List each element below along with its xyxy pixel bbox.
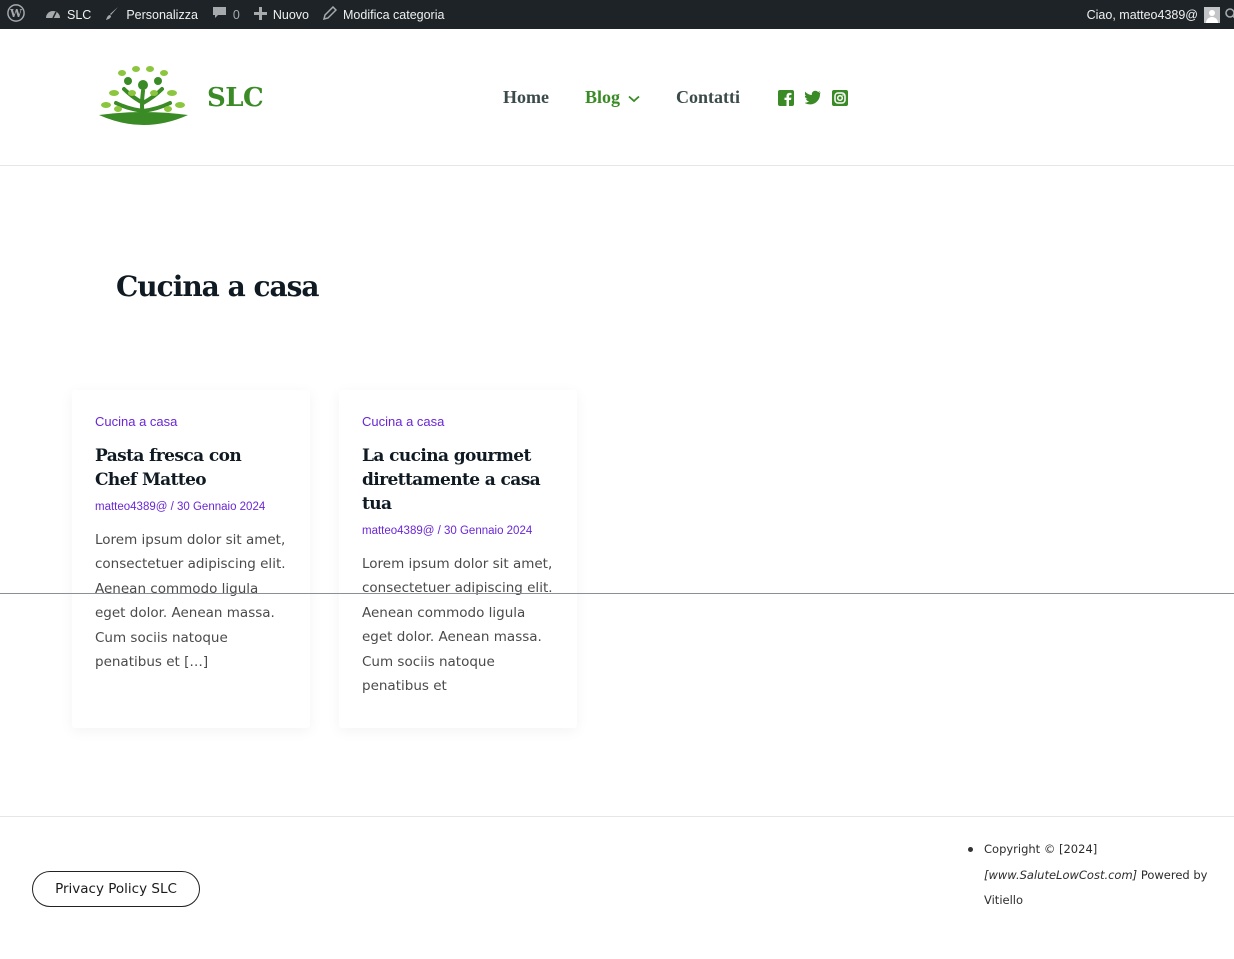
edit-category-link[interactable]: Modifica categoria xyxy=(316,0,451,29)
post-meta[interactable]: matteo4389@ / 30 Gennaio 2024 xyxy=(95,501,288,513)
copyright-block: Copyright © [2024] [www.SaluteLowCost.co… xyxy=(968,837,1208,914)
site-reference: [www.SaluteLowCost.com] xyxy=(984,867,1138,882)
post-title-link[interactable]: La cucina gourmet direttamente a casa tu… xyxy=(362,444,555,516)
comments-link[interactable]: 0 xyxy=(205,0,247,29)
wordpress-logo-button[interactable]: W xyxy=(0,0,38,29)
site-footer: Privacy Policy SLC Copyright © [2024] [w… xyxy=(0,816,1234,959)
primary-navigation: Home Blog Contatti xyxy=(503,87,859,108)
post-card: Cucina a casa La cucina gourmet direttam… xyxy=(339,390,577,728)
greeting-label: Ciao, matteo4389@ xyxy=(1086,7,1198,22)
horizontal-divider xyxy=(0,593,1234,594)
wp-admin-bar: W SLC Personalizza 0 Nuovo Modifica cate… xyxy=(0,0,1234,29)
post-title-link[interactable]: Pasta fresca con Chef Matteo xyxy=(95,444,288,492)
tree-logo-icon xyxy=(94,63,193,132)
nav-item-contatti[interactable]: Contatti xyxy=(676,87,740,108)
page-title: Cucina a casa xyxy=(116,270,320,303)
new-content-link[interactable]: Nuovo xyxy=(247,0,316,29)
customize-label: Personalizza xyxy=(126,7,198,22)
twitter-icon[interactable] xyxy=(805,90,821,106)
svg-text:W: W xyxy=(9,7,23,20)
plus-icon xyxy=(253,6,273,23)
site-name-label: SLC xyxy=(67,7,92,22)
site-title: SLC xyxy=(207,82,264,113)
comment-icon xyxy=(212,6,233,23)
dashboard-icon xyxy=(45,6,67,23)
copyright-label: Copyright © [2024] xyxy=(984,842,1098,856)
user-account-menu[interactable]: Ciao, matteo4389@ xyxy=(1080,0,1234,29)
brush-icon xyxy=(105,6,126,24)
nav-item-blog[interactable]: Blog xyxy=(585,87,640,108)
site-name-link[interactable]: SLC xyxy=(38,0,98,29)
post-category-link[interactable]: Cucina a casa xyxy=(362,414,555,429)
customize-link[interactable]: Personalizza xyxy=(98,0,205,29)
wordpress-icon: W xyxy=(7,4,31,25)
search-icon[interactable] xyxy=(1224,0,1234,29)
chevron-down-icon xyxy=(628,87,640,108)
privacy-policy-button[interactable]: Privacy Policy SLC xyxy=(32,871,200,907)
social-links xyxy=(778,89,859,106)
post-excerpt: Lorem ipsum dolor sit amet, consectetuer… xyxy=(362,556,553,695)
comments-count: 0 xyxy=(232,7,240,22)
site-brand-link[interactable]: SLC xyxy=(94,63,264,132)
site-header: SLC Home Blog Contatti xyxy=(0,29,1234,166)
post-card: Cucina a casa Pasta fresca con Chef Matt… xyxy=(72,390,310,728)
instagram-icon[interactable] xyxy=(832,89,848,106)
bullet-icon xyxy=(968,847,973,852)
avatar xyxy=(1204,6,1220,23)
nav-item-home[interactable]: Home xyxy=(503,87,549,108)
post-meta[interactable]: matteo4389@ / 30 Gennaio 2024 xyxy=(362,525,555,537)
nav-item-blog-label: Blog xyxy=(584,87,620,107)
new-label: Nuovo xyxy=(272,7,309,22)
pencil-icon xyxy=(322,5,343,23)
post-excerpt: Lorem ipsum dolor sit amet, consectetuer… xyxy=(95,532,286,671)
post-category-link[interactable]: Cucina a casa xyxy=(95,414,288,429)
copyright-text: Copyright © [2024] [www.SaluteLowCost.co… xyxy=(984,837,1208,914)
edit-category-label: Modifica categoria xyxy=(343,7,445,22)
facebook-icon[interactable] xyxy=(778,89,794,106)
